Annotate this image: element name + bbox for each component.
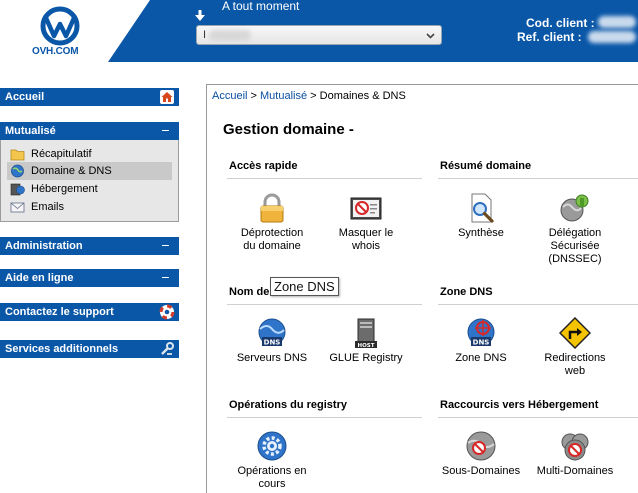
section-resume-domaine: Résumé domaine: [440, 160, 532, 172]
redacted-client-ref: [588, 31, 636, 43]
tile-deprotection[interactable]: Déprotection du domaine: [226, 192, 318, 253]
collapse-icon[interactable]: [162, 245, 169, 246]
breadcrumb-sep: >: [247, 90, 261, 102]
sidebar-item-label: Récapitulatif: [31, 148, 92, 160]
sidebar-item-support[interactable]: Contactez le support: [0, 303, 179, 321]
id-card-forbidden-icon: [350, 197, 382, 220]
tile-sous-domaines[interactable]: Sous-Domaines: [435, 430, 527, 478]
padlock-icon: [260, 193, 284, 223]
redacted-value: [209, 30, 251, 41]
arrow-down-icon: [195, 10, 205, 21]
sidebar-mutualise-panel: Récapitulatif Domaine & DNS Hébergement …: [0, 140, 179, 222]
section-zone-dns: Zone DNS: [440, 286, 493, 298]
server-host-icon: HOST: [355, 318, 377, 349]
home-icon: [160, 90, 174, 104]
key-globe-icon: [560, 194, 589, 222]
sidebar-section-aide[interactable]: Aide en ligne: [0, 269, 179, 287]
tile-label: Masquer le whois: [338, 227, 394, 252]
sidebar-item-recapitulatif[interactable]: Récapitulatif: [7, 145, 172, 163]
sidebar-item-hebergement[interactable]: Hébergement: [7, 180, 172, 198]
service-select[interactable]: I: [196, 25, 442, 45]
sidebar-administration-label: Administration: [5, 240, 83, 252]
page-title: Gestion domaine -: [223, 121, 354, 138]
section-divider: [227, 178, 422, 179]
tile-label: Synthèse: [458, 227, 504, 239]
client-code-label: Cod. client :: [526, 16, 595, 30]
globe-forbidden-icon: [466, 431, 496, 461]
sidebar-item-label: Hébergement: [31, 183, 98, 195]
tile-masquer-whois[interactable]: Masquer le whois: [320, 192, 412, 253]
tools-icon: [161, 342, 174, 355]
top-header: OVH.COM A tout moment I Cod. client : Re…: [0, 0, 638, 62]
sidebar-accueil-label: Accueil: [5, 91, 45, 103]
section-acces-rapide: Accès rapide: [229, 160, 298, 172]
breadcrumb-accueil[interactable]: Accueil: [212, 90, 247, 102]
sidebar-support-label: Contactez le support: [5, 306, 114, 318]
magnifier-document-icon: [471, 193, 494, 223]
svg-text:HOST: HOST: [358, 343, 375, 349]
tile-synthese[interactable]: Synthèse: [435, 192, 527, 240]
section-divider: [438, 178, 638, 179]
breadcrumb-mutualise[interactable]: Mutualisé: [260, 90, 307, 102]
dns-zone-icon: DNS: [467, 318, 495, 347]
envelope-icon: [10, 202, 25, 213]
tile-label: Zone DNS: [455, 352, 507, 364]
tile-operations-en-cours[interactable]: Opérations en cours: [226, 430, 318, 491]
sidebar-mutualise-label: Mutualisé: [5, 125, 56, 137]
redacted-client-code: [598, 16, 636, 28]
select-value: I: [203, 29, 207, 41]
collapse-icon[interactable]: [162, 130, 169, 131]
sidebar-item-emails[interactable]: Emails: [7, 198, 172, 216]
redirect-sign-icon: [559, 317, 591, 349]
tile-label: Multi-Domaines: [536, 465, 614, 477]
tile-label: Opérations en cours: [237, 465, 307, 490]
tooltip-zone-dns: Zone DNS: [270, 277, 339, 296]
svg-text:DNS: DNS: [473, 339, 490, 347]
tile-label: Sous-Domaines: [441, 465, 521, 477]
tile-serveurs-dns[interactable]: DNS Serveurs DNS: [226, 317, 318, 365]
breadcrumb-current: > Domaines & DNS: [307, 90, 406, 102]
tile-label: Délégation Sécurisée (DNSSEC): [548, 227, 602, 265]
tile-multi-domaines[interactable]: Multi-Domaines: [529, 430, 621, 478]
sidebar-aide-label: Aide en ligne: [5, 272, 74, 284]
section-divider: [227, 417, 422, 418]
section-divider: [227, 304, 422, 305]
sidebar-item-label: Emails: [31, 201, 65, 213]
tile-label: Redirections web: [544, 352, 606, 377]
gear-globe-icon: [257, 431, 287, 461]
chevron-down-icon: [426, 33, 435, 39]
server-globe-icon: [10, 183, 25, 196]
svg-text:DNS: DNS: [264, 339, 281, 347]
sidebar-item-services[interactable]: Services additionnels: [0, 340, 179, 358]
breadcrumb: Accueil > Mutualisé > Domaines & DNS: [212, 90, 406, 102]
client-ref-label: Ref. client :: [517, 30, 582, 44]
tile-glue-registry[interactable]: HOST GLUE Registry: [320, 317, 412, 365]
tile-label: Déprotection du domaine: [240, 227, 304, 252]
tile-label: GLUE Registry: [329, 352, 403, 364]
tile-label: Serveurs DNS: [236, 352, 308, 364]
lifebuoy-icon: [159, 304, 175, 320]
sidebar-section-mutualise[interactable]: Mutualisé: [0, 122, 179, 140]
tile-delegation-dnssec[interactable]: Délégation Sécurisée (DNSSEC): [529, 192, 621, 266]
dns-globe-icon: DNS: [258, 318, 286, 347]
sidebar-item-label: Domaine & DNS: [31, 165, 112, 177]
sidebar-item-accueil[interactable]: Accueil: [0, 88, 179, 106]
collapse-icon[interactable]: [162, 277, 169, 278]
globe-icon: [11, 164, 24, 178]
section-divider: [438, 417, 638, 418]
sidebar-services-label: Services additionnels: [5, 343, 119, 355]
tile-redirections-web[interactable]: Redirections web: [529, 317, 621, 378]
sidebar-section-administration[interactable]: Administration: [0, 237, 179, 255]
tile-zone-dns[interactable]: DNS Zone DNS: [435, 317, 527, 365]
moment-label: A tout moment: [222, 0, 300, 13]
section-operations-registry: Opérations du registry: [229, 399, 347, 411]
folder-icon: [10, 149, 25, 161]
multi-globe-forbidden-icon: [561, 433, 589, 461]
sidebar-item-domaine-dns[interactable]: Domaine & DNS: [7, 162, 172, 180]
logo-text: OVH.COM: [32, 46, 79, 57]
section-divider: [438, 304, 638, 305]
section-raccourcis-hebergement: Raccourcis vers Hébergement: [440, 399, 599, 411]
